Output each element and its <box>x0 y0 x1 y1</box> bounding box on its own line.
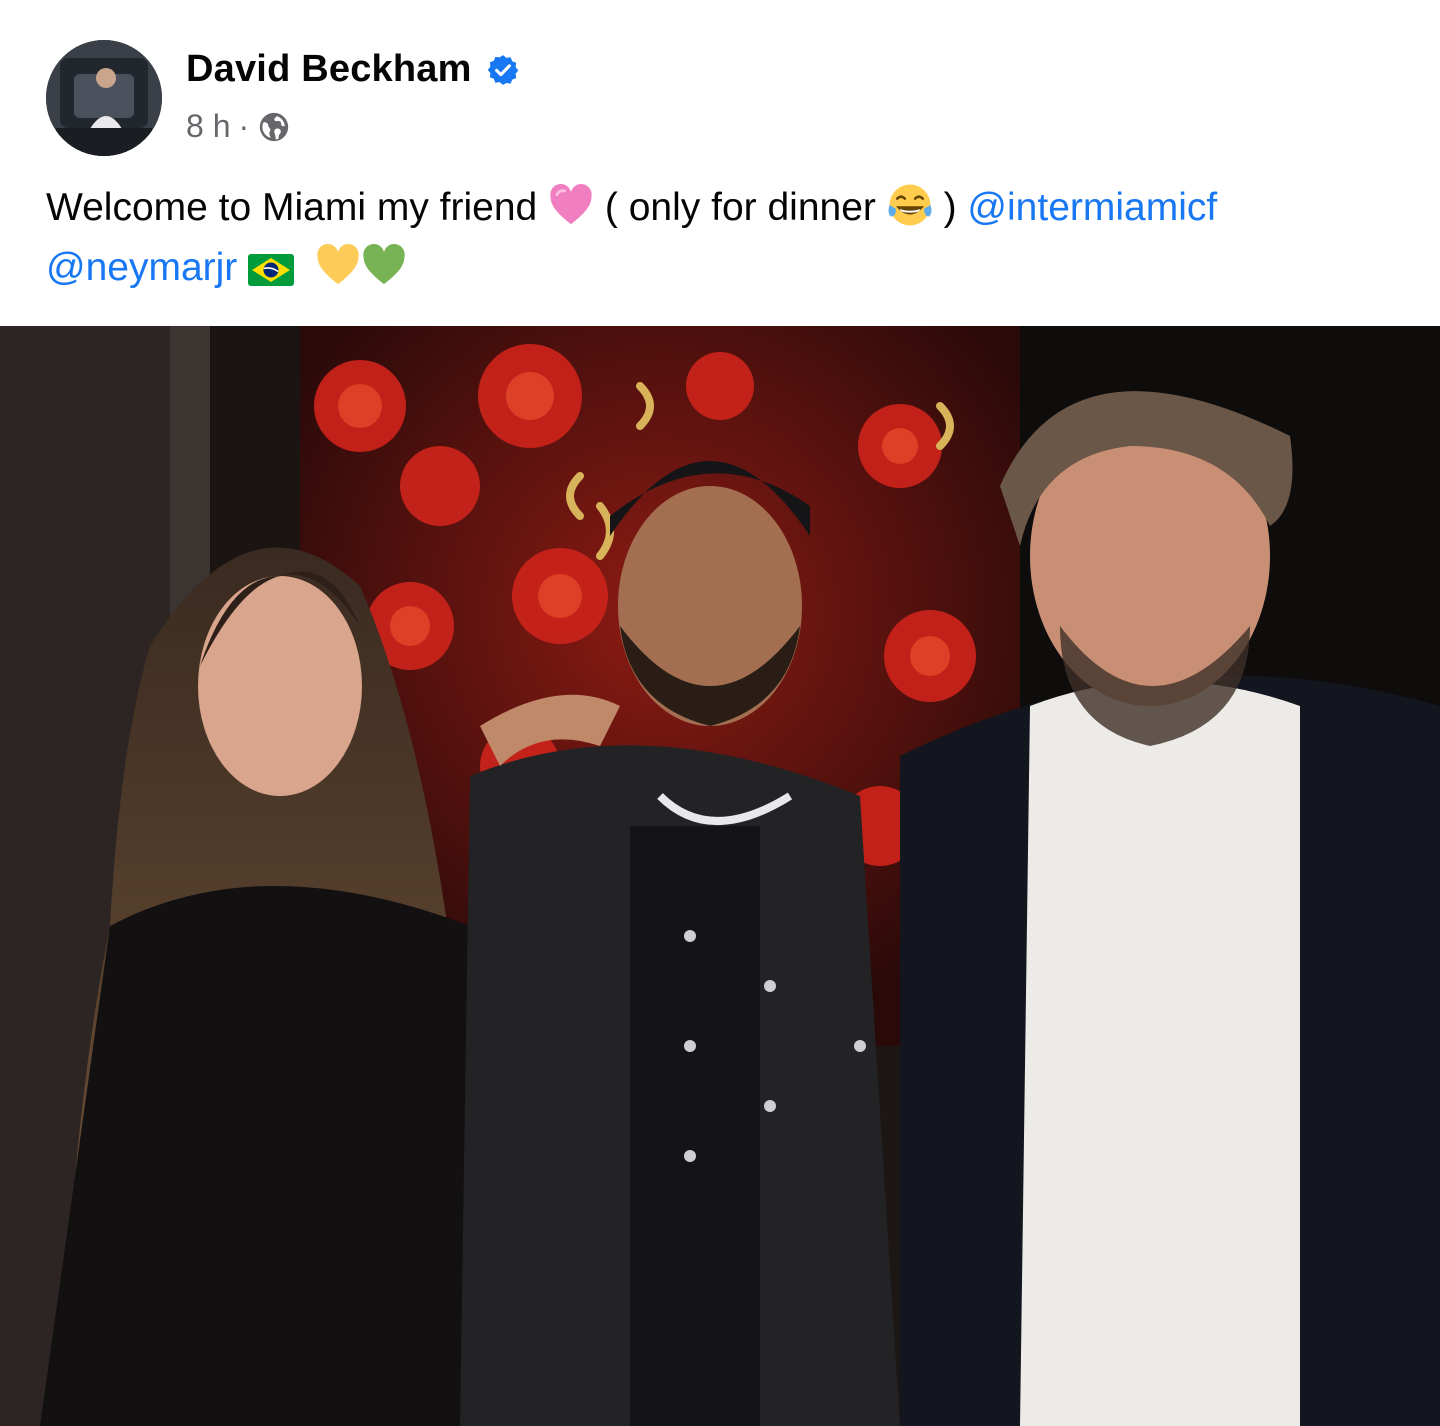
meta-separator: · <box>238 108 250 144</box>
author-name[interactable]: David Beckham <box>186 48 472 91</box>
post-timestamp[interactable]: 8 h <box>186 108 230 145</box>
author-avatar[interactable] <box>46 40 162 156</box>
pink-heart-icon <box>550 183 592 225</box>
post-meta: 8 h · <box>186 108 291 145</box>
post-header: David Beckham 8 h · <box>46 40 1406 156</box>
mention-link[interactable]: @neymarjr <box>46 246 237 289</box>
verified-badge-icon <box>487 54 518 85</box>
post-photo[interactable] <box>0 326 1440 1426</box>
caption-text: ) <box>943 186 957 229</box>
mention-link[interactable]: @intermiamicf <box>967 186 1217 229</box>
post-photo-illustration <box>0 326 1440 1426</box>
author-row: David Beckham <box>186 48 520 91</box>
green-heart-icon <box>363 243 405 285</box>
facebook-post: David Beckham 8 h · Welcome to Miami my … <box>0 0 1440 1426</box>
yellow-heart-icon <box>317 243 359 285</box>
caption-text: ( only for dinner <box>604 186 876 229</box>
post-caption: Welcome to Miami my friend ( only for di… <box>46 178 1406 298</box>
caption-text: Welcome to Miami my friend <box>46 186 538 229</box>
brazil-flag-icon <box>248 254 295 286</box>
face-with-tears-of-joy-icon <box>888 184 932 226</box>
globe-icon[interactable] <box>257 110 291 144</box>
